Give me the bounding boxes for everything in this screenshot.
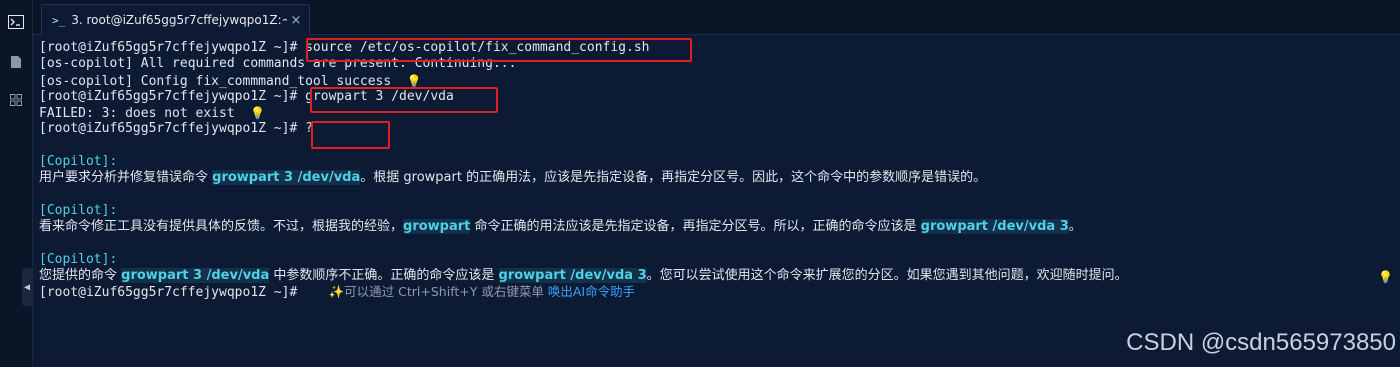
error-text: FAILED: 3: does not exist (39, 106, 235, 122)
apps-icon[interactable] (6, 90, 26, 110)
copilot-label: [Copilot]: (39, 154, 118, 170)
tab-title: 3. root@iZuf65gg5r7cffejywqpo1Z:~ (71, 13, 287, 27)
highlight-box-command-1 (306, 38, 692, 62)
tab-bar: >_ 3. root@iZuf65gg5r7cffejywqpo1Z:~ × (33, 0, 1400, 35)
copilot-message: 您提供的命令 growpart 3 /dev/vda 中参数顺序不正确。正确的命… (39, 268, 1400, 284)
ai-assistant-hint: ✨可以通过 Ctrl+Shift+Y 或右键菜单 唤出AI命令助手 (329, 284, 636, 299)
ai-assistant-link[interactable]: 唤出AI命令助手 (548, 284, 635, 299)
terminal-icon[interactable] (6, 12, 26, 32)
lightbulb-icon[interactable]: 💡 (250, 106, 265, 120)
hint-text: 可以通过 Ctrl+Shift+Y 或右键菜单 (344, 284, 548, 300)
highlight-box-command-3 (311, 121, 390, 149)
message-text: 看来命令修正工具没有提供具体的反馈。不过，根据我的经验， (39, 219, 404, 235)
copilot-message: 用户要求分析并修复错误命令 growpart 3 /dev/vda。根据 gro… (39, 170, 1400, 186)
terminal-line: [os-copilot] All required commands are p… (39, 56, 1400, 72)
shell-prompt: [root@iZuf65gg5r7cffejywqpo1Z ~]# (39, 40, 298, 55)
terminal-line: [root@iZuf65gg5r7cffejywqpo1Z ~]# ✨可以通过 … (39, 284, 1400, 300)
message-text: 用户要求分析并修复错误命令 (39, 170, 213, 186)
collapse-sidebar-handle[interactable]: ◀ (22, 268, 32, 306)
message-text: 。您可以尝试使用这个命令来扩展您的分区。如果您遇到其他问题，欢迎随时提问。 (646, 268, 1128, 284)
tab-session-3[interactable]: >_ 3. root@iZuf65gg5r7cffejywqpo1Z:~ × (41, 4, 310, 35)
sidebar: ◀ (0, 0, 33, 367)
copilot-label: [Copilot]: (39, 202, 118, 218)
terminal-prompt-icon: >_ (52, 13, 66, 27)
message-text: 。 (1068, 219, 1082, 235)
lightbulb-icon[interactable]: 💡 (1378, 270, 1393, 284)
inline-code: growpart 3 /dev/vda (212, 170, 361, 186)
message-text: 您提供的命令 (39, 268, 122, 284)
highlight-box-command-2 (310, 87, 498, 113)
sparkle-icon: ✨ (328, 284, 345, 300)
copilot-message: 看来命令修正工具没有提供具体的反馈。不过，根据我的经验，growpart 命令正… (39, 219, 1400, 235)
inline-code: growpart 3 /dev/vda (121, 268, 270, 284)
terminal-line: FAILED: 3: does not exist 💡 (39, 105, 1400, 121)
shell-prompt: [root@iZuf65gg5r7cffejywqpo1Z ~]# (39, 121, 298, 137)
copilot-label: [Copilot]: (39, 251, 118, 267)
message-text: 中参数顺序不正确。正确的命令应该是 (269, 268, 499, 284)
lightbulb-icon[interactable]: 💡 (407, 74, 422, 88)
terminal-line: [os-copilot] Config fix_commmand_tool su… (39, 73, 1400, 89)
inline-code: growpart (403, 219, 471, 235)
inline-code: growpart /dev/vda 3 (498, 268, 647, 284)
shell-prompt: [root@iZuf65gg5r7cffejywqpo1Z ~]# (39, 88, 298, 104)
chevron-left-icon: ◀ (23, 281, 31, 293)
terminal-line: [root@iZuf65gg5r7cffejywqpo1Z ~]# growpa… (39, 89, 1400, 105)
watermark: CSDN @csdn565973850 (1126, 329, 1396, 356)
inline-code: growpart /dev/vda 3 (920, 219, 1069, 235)
shell-prompt: [root@iZuf65gg5r7cffejywqpo1Z ~]# (39, 285, 298, 301)
message-text: 命令正确的用法应该是先指定设备，再指定分区号。所以，正确的命令应该是 (470, 219, 921, 235)
message-text: 。根据 growpart 的正确用法，应该是先指定设备，再指定分区号。因此，这个… (360, 170, 987, 186)
terminal-line: [root@iZuf65gg5r7cffejywqpo1Z ~]# source… (39, 40, 1400, 56)
terminal-line: [root@iZuf65gg5r7cffejywqpo1Z ~]# ? (39, 121, 1400, 137)
file-icon[interactable] (6, 52, 26, 72)
close-icon[interactable]: × (287, 13, 305, 28)
terminal-output[interactable]: [root@iZuf65gg5r7cffejywqpo1Z ~]# source… (39, 40, 1400, 367)
